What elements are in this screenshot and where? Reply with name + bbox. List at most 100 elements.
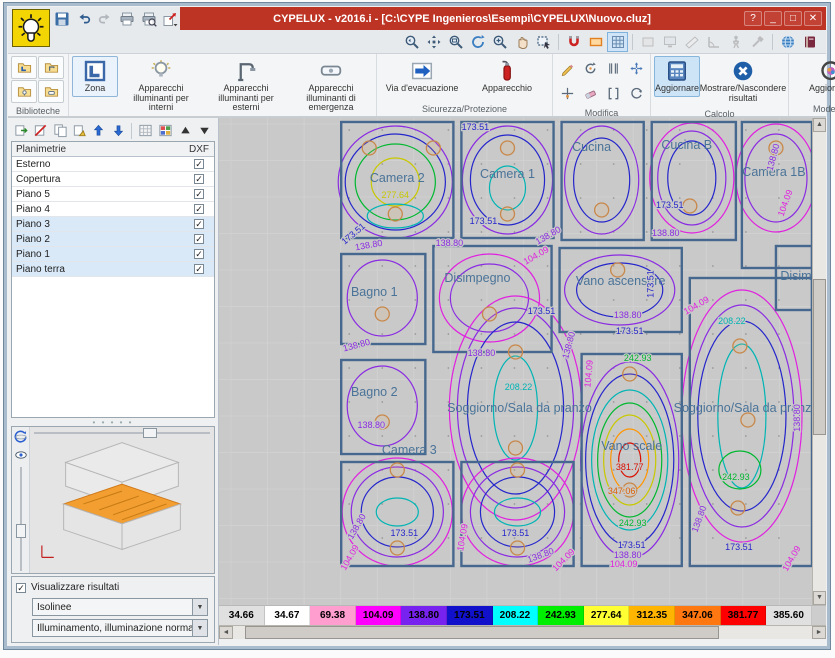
planimetria-row[interactable]: Piano 5✓ bbox=[12, 187, 214, 202]
modifica-sposta-punto-button[interactable] bbox=[556, 81, 578, 105]
modifica-dividi-button[interactable] bbox=[602, 56, 624, 80]
svg-text:Cucina: Cucina bbox=[572, 140, 611, 154]
undo-icon[interactable] bbox=[74, 9, 94, 28]
svg-text:Disim: Disim bbox=[780, 269, 811, 283]
modifica-sposta-button[interactable] bbox=[625, 56, 647, 80]
redo-icon[interactable] bbox=[95, 9, 115, 28]
preview-rotate-slider[interactable] bbox=[34, 428, 210, 438]
zoom-realtime-icon[interactable] bbox=[489, 32, 510, 52]
biblioteca-apparecchi-esterni-button[interactable] bbox=[38, 56, 64, 79]
apparecchio-button[interactable]: Apparecchio bbox=[465, 56, 549, 97]
dxf-checkbox[interactable]: ✓ bbox=[194, 249, 204, 259]
print-icon[interactable] bbox=[117, 9, 137, 28]
zoom-previous-icon[interactable] bbox=[401, 32, 422, 52]
sposta-su-icon[interactable] bbox=[90, 122, 108, 140]
aggiornare-calcolo-button[interactable]: Aggiornare bbox=[654, 56, 700, 97]
orbit-3d-icon[interactable] bbox=[13, 429, 29, 445]
preview-zoom-slider[interactable] bbox=[16, 467, 26, 571]
modifica-matita-button[interactable] bbox=[556, 56, 578, 80]
scroll-down-icon[interactable]: ▼ bbox=[813, 591, 826, 605]
documentation-icon[interactable] bbox=[799, 32, 820, 52]
dxf-checkbox[interactable]: ✓ bbox=[194, 264, 204, 274]
panel-splitter[interactable]: • • • • • bbox=[11, 418, 215, 426]
scroll-up-icon[interactable]: ▲ bbox=[813, 118, 826, 132]
result-magnitude-select[interactable]: Illuminamento, illuminazione normale ▼ bbox=[32, 619, 208, 637]
zoom-extents-icon[interactable] bbox=[423, 32, 444, 52]
redraw-icon[interactable] bbox=[467, 32, 488, 52]
vertical-scroll-thumb[interactable] bbox=[813, 279, 826, 435]
vertical-scrollbar[interactable]: ▲ ▼ bbox=[812, 118, 826, 605]
view-eye-icon[interactable] bbox=[13, 447, 29, 463]
title-bar[interactable]: CYPELUX - v2016.i - [C:\CYPE Ingenieros\… bbox=[180, 7, 826, 30]
chevron-down-icon[interactable]: ▼ bbox=[192, 599, 207, 615]
zoom-window-icon[interactable] bbox=[445, 32, 466, 52]
dxf-checkbox[interactable]: ✓ bbox=[194, 189, 204, 199]
ordina-giu-icon[interactable] bbox=[196, 122, 214, 140]
biblioteca-emergenza-button[interactable] bbox=[38, 80, 64, 103]
chevron-down-icon[interactable]: ▼ bbox=[192, 620, 207, 636]
dxf-checkbox[interactable]: ✓ bbox=[194, 204, 204, 214]
maximize-button[interactable]: □ bbox=[784, 11, 802, 26]
sposta-giu-icon[interactable] bbox=[109, 122, 127, 140]
planimetria-row[interactable]: Piano 1✓ bbox=[12, 247, 214, 262]
planimetria-row[interactable]: Piano terra✓ bbox=[12, 262, 214, 277]
planimetria-row[interactable]: Piano 3✓ bbox=[12, 217, 214, 232]
modifica-ruota-cerchio-button[interactable] bbox=[625, 81, 647, 105]
export-icon[interactable] bbox=[160, 9, 180, 28]
modifica-cancella-button[interactable] bbox=[579, 81, 601, 105]
aggiungi-planimetria-icon[interactable] bbox=[12, 122, 30, 140]
scroll-left-icon[interactable]: ◄ bbox=[219, 626, 233, 639]
svg-text:Cucina B: Cucina B bbox=[661, 138, 712, 152]
model-3d-preview[interactable] bbox=[11, 426, 215, 574]
scroll-right-icon[interactable]: ► bbox=[812, 626, 826, 639]
modifica-ruota-button[interactable] bbox=[579, 56, 601, 80]
dxf-checkbox[interactable]: ✓ bbox=[194, 219, 204, 229]
capture-window-icon[interactable] bbox=[533, 32, 554, 52]
pan-icon[interactable] bbox=[511, 32, 532, 52]
planimetria-row[interactable]: Esterno✓ bbox=[12, 157, 214, 172]
horizontal-scrollbar[interactable]: ◄ ► bbox=[219, 625, 826, 639]
minimize-button[interactable]: _ bbox=[764, 11, 782, 26]
object-snap-magnet-icon[interactable] bbox=[563, 32, 584, 52]
zona-button[interactable]: Zona bbox=[72, 56, 118, 97]
aggiornare-bim-button[interactable]: Aggiornare bbox=[808, 56, 835, 97]
planimetria-row[interactable]: Piano 4✓ bbox=[12, 202, 214, 217]
svg-text:277.64: 277.64 bbox=[382, 190, 410, 200]
reference-object-icon[interactable] bbox=[585, 32, 606, 52]
planimetria-row[interactable]: Copertura✓ bbox=[12, 172, 214, 187]
apparecchi-illuminanti-emergenza-button[interactable]: Apparecchi illuminanti di emergenza bbox=[289, 56, 373, 116]
save-icon[interactable] bbox=[52, 9, 72, 28]
svg-text:Camera 3: Camera 3 bbox=[382, 443, 437, 457]
elimina-planimetria-icon[interactable] bbox=[70, 122, 88, 140]
vista-dxf-icon[interactable] bbox=[136, 122, 154, 140]
apparecchi-illuminanti-esterni-button[interactable]: Apparecchi illuminanti per esterni bbox=[204, 56, 288, 116]
apparecchi-illuminanti-interni-button[interactable]: Apparecchi illuminanti per interni bbox=[119, 56, 203, 116]
dxf-checkbox[interactable]: ✓ bbox=[194, 234, 204, 244]
modifica-planimetria-icon[interactable] bbox=[31, 122, 49, 140]
preview-viewport[interactable] bbox=[30, 427, 214, 573]
print-preview-icon[interactable] bbox=[139, 9, 159, 28]
cype-web-icon[interactable] bbox=[777, 32, 798, 52]
dxf-checkbox[interactable]: ✓ bbox=[194, 174, 204, 184]
horizontal-scroll-thumb[interactable] bbox=[245, 626, 720, 639]
ordina-su-icon[interactable] bbox=[176, 122, 194, 140]
dxf-checkbox[interactable]: ✓ bbox=[194, 159, 204, 169]
walkthrough-icon bbox=[725, 32, 746, 52]
app-logo-bulb-icon[interactable] bbox=[12, 9, 50, 47]
result-type-select[interactable]: Isolinee ▼ bbox=[32, 598, 208, 616]
ribbon-group-illuminazione: ZonaApparecchi illuminanti per interniAp… bbox=[69, 54, 377, 116]
gestione-dxf-icon[interactable] bbox=[156, 122, 174, 140]
visualizzare-risultati-checkbox[interactable]: ✓ bbox=[16, 583, 26, 593]
toolbar-separator bbox=[772, 34, 773, 50]
close-button[interactable]: ✕ bbox=[804, 11, 822, 26]
drawing-canvas[interactable]: Camera 2Camera 1CucinaCucina BCamera 1BB… bbox=[219, 118, 812, 605]
mostrare-nascondere-risultati-button[interactable]: Mostrare/Nascondere risultati bbox=[701, 56, 785, 106]
help-button[interactable]: ? bbox=[744, 11, 762, 26]
via-evacuazione-button[interactable]: Via d'evacuazione bbox=[380, 56, 464, 97]
grid-icon[interactable] bbox=[607, 32, 628, 52]
modifica-allinea-button[interactable] bbox=[602, 81, 624, 105]
copia-planimetria-icon[interactable] bbox=[51, 122, 69, 140]
planimetria-row[interactable]: Piano 2✓ bbox=[12, 232, 214, 247]
biblioteca-apparecchi-interni-button[interactable] bbox=[11, 80, 37, 103]
biblioteca-zone-button[interactable] bbox=[11, 56, 37, 79]
